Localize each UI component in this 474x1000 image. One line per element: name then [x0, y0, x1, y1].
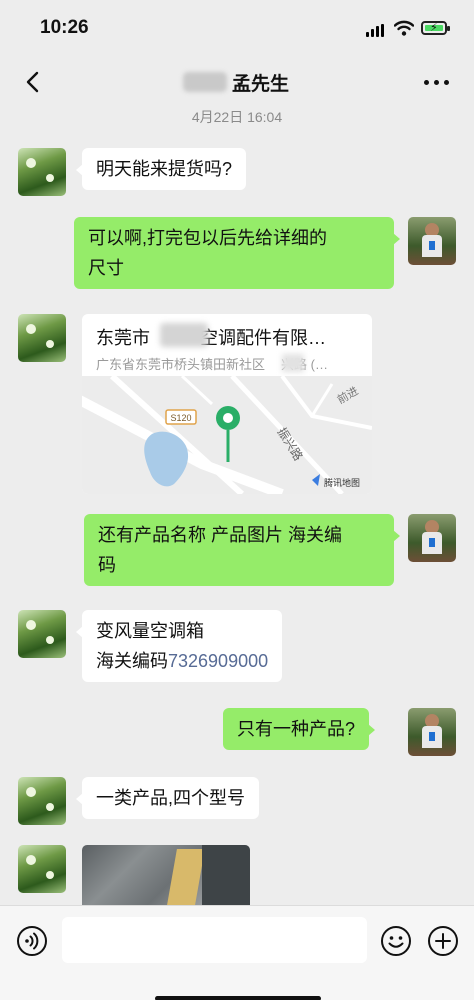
emoji-icon[interactable] — [380, 925, 412, 957]
message-text: 一类产品,四个型号 — [96, 788, 246, 808]
message-bubble-outgoing[interactable]: 还有产品名称 产品图片 海关编 码 — [84, 514, 400, 586]
redacted-name — [183, 72, 227, 92]
message-bubble-incoming[interactable]: 明天能来提货吗? — [75, 148, 247, 190]
chat-header: 孟先生 — [0, 56, 474, 108]
message-bubble-incoming[interactable]: 变风量空调箱 海关编码7326909000 — [75, 610, 283, 682]
message-timestamp: 4月22日 16:04 — [191, 109, 283, 125]
battery-icon: ⚡ — [421, 21, 450, 35]
plus-icon[interactable] — [427, 925, 459, 957]
contact-name[interactable]: 孟先生 — [232, 69, 289, 96]
message-text-line: 码 — [98, 555, 116, 575]
message-image[interactable] — [82, 845, 250, 905]
input-bar — [0, 905, 474, 1000]
map-road-badge: S120 — [170, 413, 191, 423]
redacted-text — [160, 323, 208, 347]
message-text-line: 变风量空调箱 — [96, 621, 204, 641]
redacted-text — [282, 354, 304, 372]
wifi-icon — [394, 20, 414, 36]
chevron-left-icon[interactable] — [22, 70, 44, 94]
home-indicator — [155, 996, 321, 1000]
status-bar: 10:26 ⚡ — [0, 0, 474, 56]
message-bubble-outgoing[interactable]: 只有一种产品? — [223, 708, 376, 750]
map-provider-label: 腾讯地图 — [324, 477, 360, 489]
contact-avatar[interactable] — [18, 610, 66, 658]
contact-avatar[interactable] — [18, 314, 66, 362]
message-text-line: 可以啊,打完包以后先给详细的 — [88, 228, 327, 248]
cellular-signal-icon — [366, 24, 386, 37]
contact-avatar[interactable] — [18, 845, 66, 893]
my-avatar[interactable] — [408, 217, 456, 265]
message-text: 明天能来提货吗? — [96, 159, 233, 179]
message-text-line: 尺寸 — [88, 258, 124, 278]
voice-icon[interactable] — [16, 925, 48, 957]
status-time: 10:26 — [40, 17, 89, 38]
message-text: 只有一种产品? — [237, 719, 356, 739]
contact-avatar[interactable] — [18, 148, 66, 196]
my-avatar[interactable] — [408, 708, 456, 756]
message-text-line: 海关编码7326909000 — [96, 651, 269, 671]
message-text-line: 还有产品名称 产品图片 海关编 — [98, 525, 343, 545]
location-title: 东莞市 空调配件有限… — [96, 328, 326, 348]
contact-avatar[interactable] — [18, 777, 66, 825]
my-avatar[interactable] — [408, 514, 456, 562]
customs-code-link[interactable]: 7326909000 — [168, 651, 268, 671]
message-bubble-outgoing[interactable]: 可以啊,打完包以后先给详细的 尺寸 — [74, 217, 400, 289]
message-bubble-incoming[interactable]: 一类产品,四个型号 — [75, 777, 260, 819]
map-preview: S120 振兴路 前进 腾讯地图 — [82, 376, 372, 494]
more-dots-icon[interactable] — [424, 80, 450, 86]
message-input[interactable] — [62, 917, 367, 963]
location-card[interactable]: 东莞市 空调配件有限… 广东省东莞市桥头镇田新社区 兴路 (… S120 振兴路 前… — [82, 314, 372, 494]
